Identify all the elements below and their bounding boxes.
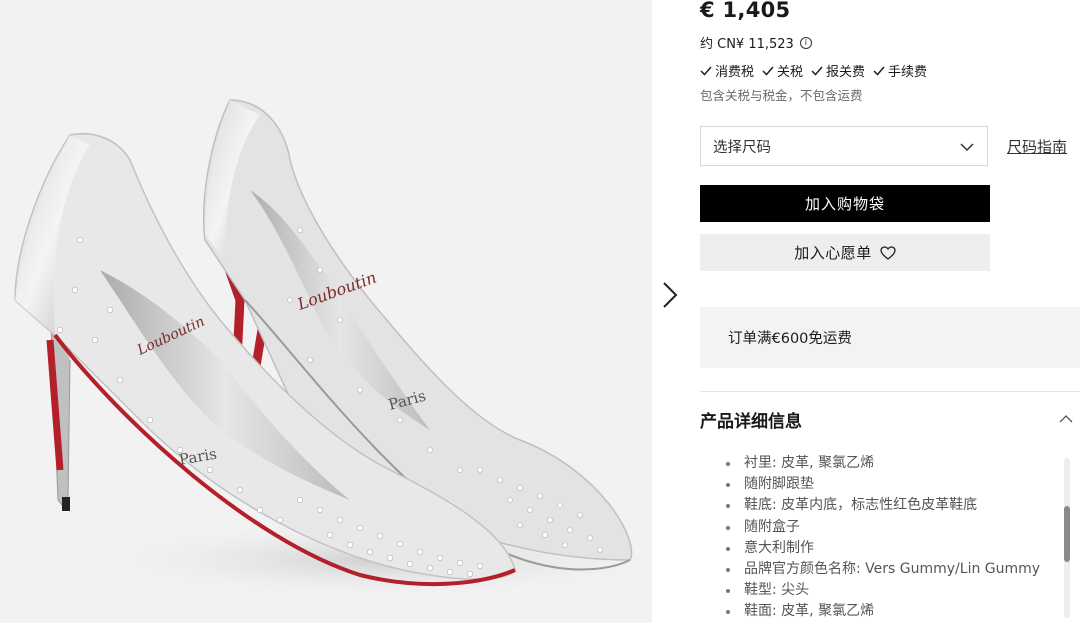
shipping-banner: 订单满€600免运费 (700, 307, 1080, 368)
chevron-down-icon (960, 143, 974, 152)
check-icon (811, 66, 823, 76)
price: € 1,405 (700, 0, 791, 22)
next-image-arrow[interactable] (656, 278, 684, 312)
check-icon (873, 66, 885, 76)
tax-item: 消费税 (700, 61, 754, 80)
details-list: 衬里: 皮革, 聚氯乙烯 随附脚跟垫 鞋底: 皮革内底，标志性红色皮革鞋底 随附… (724, 453, 1040, 623)
tax-label: 手续费 (888, 65, 928, 80)
add-to-wishlist-button[interactable]: 加入心愿单 (700, 234, 990, 271)
details-accordion-header[interactable]: 产品详细信息 (700, 407, 1080, 433)
scrollbar-thumb[interactable] (1064, 506, 1070, 562)
tax-list: 消费税 关税 报关费 手续费 (700, 61, 927, 80)
list-item: 鞋面: 皮革, 聚氯乙烯 (724, 601, 1040, 622)
details-scrollbar[interactable] (1064, 458, 1070, 618)
check-icon (762, 66, 774, 76)
approx-price-row: 约 CN¥ 11,523 i (700, 33, 812, 52)
list-item: 鞋型: 尖头 (724, 580, 1040, 601)
info-icon[interactable]: i (799, 36, 812, 49)
shipping-text: 订单满€600免运费 (728, 331, 852, 347)
chevron-up-icon (1059, 415, 1073, 423)
list-item: 鞋底: 皮革内底，标志性红色皮革鞋底 (724, 495, 1040, 516)
heart-icon (880, 245, 896, 260)
size-select-placeholder: 选择尺码 (713, 139, 771, 156)
chevron-right-icon (663, 282, 678, 308)
tax-label: 消费税 (715, 65, 755, 80)
tax-label: 关税 (777, 65, 804, 80)
size-guide-link[interactable]: 尺码指南 (1007, 136, 1067, 157)
tax-item: 手续费 (873, 61, 927, 80)
check-icon (700, 66, 712, 76)
list-item: 意大利制作 (724, 538, 1040, 559)
product-panel: € 1,405 约 CN¥ 11,523 i 消费税 关税 报关费 手续费 包含… (700, 0, 1080, 623)
shoe-illustration: Louboutin Paris Louboutin Paris (14, 99, 652, 600)
details-title: 产品详细信息 (700, 412, 802, 432)
list-item: 随附盒子 (724, 517, 1040, 538)
list-item: 衬里: 皮革, 聚氯乙烯 (724, 453, 1040, 474)
product-image[interactable]: Louboutin Paris Louboutin Paris (0, 0, 652, 623)
divider (700, 391, 1080, 392)
approx-price: 约 CN¥ 11,523 (700, 37, 794, 52)
add-to-bag-button[interactable]: 加入购物袋 (700, 185, 990, 222)
size-select[interactable]: 选择尺码 (700, 126, 988, 166)
tax-item: 报关费 (811, 61, 865, 80)
list-item: 随附脚跟垫 (724, 474, 1040, 495)
tax-note: 包含关税与税金，不包含运费 (700, 88, 863, 103)
list-item: 品牌官方颜色名称: Vers Gummy/Lin Gummy (724, 559, 1040, 580)
tax-item: 关税 (762, 61, 803, 80)
add-to-wishlist-label: 加入心愿单 (794, 244, 872, 262)
tax-label: 报关费 (826, 65, 866, 80)
